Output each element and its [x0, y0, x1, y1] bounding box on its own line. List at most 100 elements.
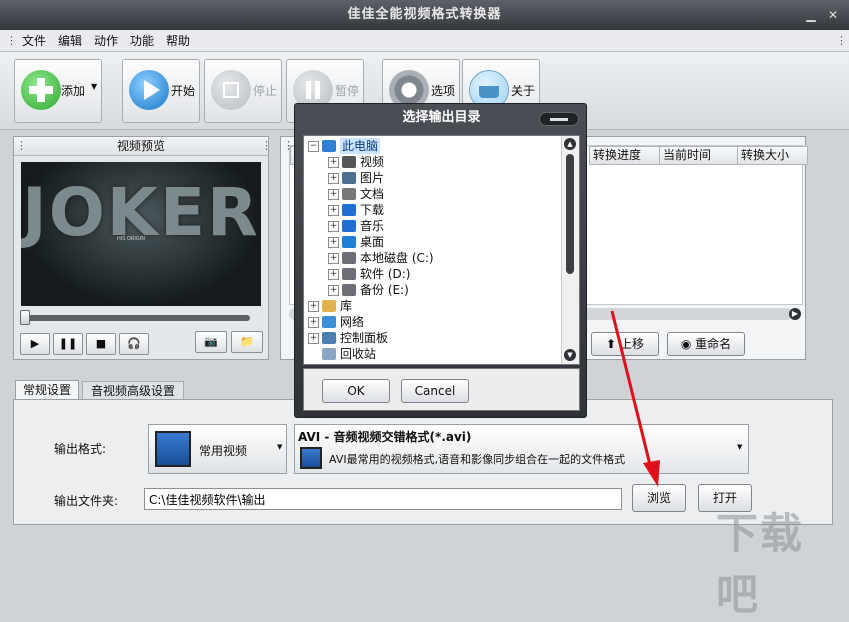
scroll-up-icon[interactable]: ▲	[564, 138, 576, 150]
tree-node[interactable]: + 本地磁盘 (C:)	[304, 250, 562, 266]
expand-icon[interactable]: +	[328, 285, 339, 296]
expand-icon[interactable]: +	[328, 157, 339, 168]
tab-general-settings[interactable]: 常规设置	[15, 380, 79, 400]
desktop-icon	[342, 236, 356, 248]
menu-function[interactable]: 功能	[130, 33, 154, 49]
snapshot-button[interactable]: 📷	[195, 331, 227, 353]
add-label: 添加	[61, 84, 86, 98]
tree-node[interactable]: + 下载	[304, 202, 562, 218]
collapse-icon[interactable]: −	[308, 141, 319, 152]
rename-button[interactable]: ◉ 重命名	[667, 332, 745, 356]
column-header-size[interactable]: 转换大小	[737, 146, 808, 165]
preview-panel: 视频预览 ⋮ ⋮ JOKER HIS ORIGIN ▶ ❚❚ ■ 🎧 📷 📁	[13, 136, 272, 360]
tree-node-label: 控制面板	[340, 331, 389, 345]
menu-edit[interactable]: 编辑	[58, 33, 82, 49]
column-header-progress[interactable]: 转换进度	[589, 146, 664, 165]
start-button[interactable]: 开始	[122, 59, 200, 123]
tree-scroll-thumb[interactable]	[566, 154, 574, 274]
tree-node[interactable]: + 音乐	[304, 218, 562, 234]
output-folder-input[interactable]	[144, 488, 622, 510]
stop-small-button[interactable]: ■	[86, 333, 116, 355]
expand-icon[interactable]: +	[308, 333, 319, 344]
play-icon	[129, 70, 169, 110]
expand-icon[interactable]: +	[328, 253, 339, 264]
dialog-button-bar: OK Cancel	[303, 368, 580, 411]
film-small-icon	[300, 447, 322, 469]
drive-icon	[342, 252, 356, 264]
expand-icon[interactable]: +	[328, 173, 339, 184]
rename-icon: ◉	[680, 337, 692, 351]
expand-icon[interactable]: +	[328, 221, 339, 232]
tab-advanced-settings[interactable]: 音视频高级设置	[82, 381, 184, 400]
expand-icon[interactable]: +	[328, 237, 339, 248]
tree-node[interactable]: + 图片	[304, 170, 562, 186]
tree-node-label: 图片	[360, 171, 385, 185]
recycle-bin-icon	[322, 348, 336, 360]
stop-button[interactable]: 停止	[204, 59, 282, 123]
tree-node[interactable]: + 备份 (E:)	[304, 282, 562, 298]
tree-node-label: 视频	[360, 155, 385, 169]
annotation-arrow	[610, 310, 660, 487]
expand-icon[interactable]: +	[308, 301, 319, 312]
seek-handle[interactable]	[20, 310, 30, 325]
expand-icon[interactable]: +	[328, 205, 339, 216]
tree-node-label: 文档	[360, 187, 385, 201]
tree-node[interactable]: + 软件 (D:)	[304, 266, 562, 282]
expand-icon[interactable]: +	[328, 189, 339, 200]
format-chevron-down-icon: ▼	[737, 443, 743, 451]
tree-node[interactable]: + 文档	[304, 186, 562, 202]
tree-node[interactable]: + 控制面板	[304, 330, 562, 346]
folder-icon: 📁	[240, 335, 254, 348]
menu-grip-icon: ⋮	[6, 34, 17, 47]
menu-bar: ⋮ 文件 编辑 动作 功能 帮助 ⋮	[0, 30, 849, 52]
film-icon	[155, 431, 191, 467]
dialog-close-button[interactable]	[539, 112, 579, 126]
stop-icon	[211, 70, 251, 110]
format-description: AVI最常用的视频格式,语音和影像同步组合在一起的文件格式	[329, 453, 626, 466]
tree-node-label: 回收站	[340, 347, 377, 361]
tree-node[interactable]: + 视频	[304, 154, 562, 170]
pause-small-button[interactable]: ❚❚	[53, 333, 83, 355]
expand-icon[interactable]: +	[308, 317, 319, 328]
ok-button[interactable]: OK	[322, 379, 390, 403]
column-header-time[interactable]: 当前时间	[659, 146, 742, 165]
output-format-label: 输出格式:	[54, 442, 107, 456]
preview-title: 视频预览	[14, 137, 268, 156]
menu-file[interactable]: 文件	[22, 33, 46, 49]
add-button[interactable]: 添加 ▼	[14, 59, 102, 123]
minimize-button[interactable]: ▁	[804, 8, 818, 22]
video-preview: JOKER HIS ORIGIN	[21, 162, 261, 306]
tree-node[interactable]: + 桌面	[304, 234, 562, 250]
tree-node-label: 此电脑	[340, 138, 381, 154]
tree-node[interactable]: 回收站	[304, 346, 562, 362]
open-folder-button[interactable]: 📁	[231, 331, 263, 353]
format-detail-select[interactable]: AVI - 音频视频交错格式(*.avi) AVI最常用的视频格式,语音和影像同…	[294, 424, 749, 474]
tree-node[interactable]: + 网络	[304, 314, 562, 330]
headphones-button[interactable]: 🎧	[119, 333, 149, 355]
chevron-down-icon: ▼	[277, 443, 283, 451]
add-dropdown-icon[interactable]: ▼	[91, 82, 97, 91]
output-folder-label: 输出文件夹:	[54, 494, 119, 508]
title-bar: 佳佳全能视频格式转换器 ▁ ✕	[0, 0, 849, 30]
tree-vertical-scrollbar[interactable]: ▲ ▼	[561, 136, 579, 364]
scroll-right-icon[interactable]: ▶	[789, 308, 801, 320]
scroll-down-icon[interactable]: ▼	[564, 349, 576, 361]
seek-bar[interactable]	[22, 315, 250, 321]
menu-grip-right-icon: ⋮	[836, 34, 847, 47]
tree-node[interactable]: + 库	[304, 298, 562, 314]
add-icon	[21, 70, 61, 110]
window-title: 佳佳全能视频格式转换器	[347, 7, 502, 22]
menu-action[interactable]: 动作	[94, 33, 118, 49]
play-button[interactable]: ▶	[20, 333, 50, 355]
menu-help[interactable]: 帮助	[166, 33, 190, 49]
format-category-value: 常用视频	[199, 444, 248, 458]
format-category-select[interactable]: 常用视频 ▼	[148, 424, 287, 474]
close-button[interactable]: ✕	[826, 8, 840, 22]
drive-icon	[342, 268, 356, 280]
expand-icon[interactable]: +	[328, 269, 339, 280]
cancel-button[interactable]: Cancel	[401, 379, 469, 403]
tree-node-label: 备份 (E:)	[360, 283, 409, 297]
folder-tree[interactable]: − 此电脑 + 视频 + 图片 + 文档 + 下载 + 音乐 + 桌面 + 本地磁盘 (C:) + 软件 (D:)…	[303, 135, 580, 365]
preview-grip-icon: ⋮	[16, 139, 27, 152]
tree-node[interactable]: − 此电脑	[304, 138, 562, 154]
